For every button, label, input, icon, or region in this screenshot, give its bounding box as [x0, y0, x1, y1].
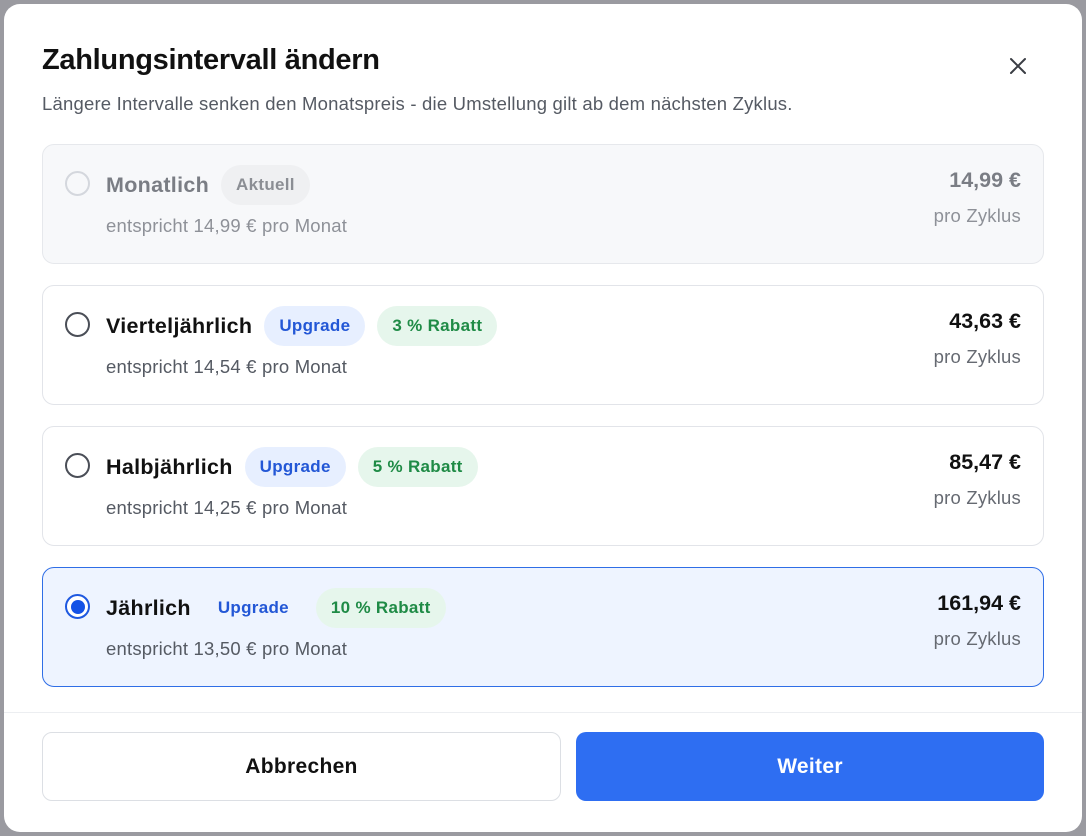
upgrade-badge: Upgrade	[264, 306, 366, 346]
cycle-price: 161,94 €	[937, 591, 1021, 615]
option-name: Jährlich	[106, 595, 191, 620]
radio-yearly[interactable]	[65, 594, 90, 619]
option-semiannual[interactable]: Halbjährlich Upgrade 5 % Rabatt entspric…	[42, 426, 1044, 546]
option-quarterly[interactable]: Vierteljährlich Upgrade 3 % Rabatt entsp…	[42, 285, 1044, 405]
radio-selected-dot	[70, 599, 85, 614]
cycle-price: 43,63 €	[949, 309, 1021, 333]
close-button[interactable]	[1002, 50, 1034, 82]
continue-button[interactable]: Weiter	[576, 732, 1044, 801]
dialog-subtitle: Längere Intervalle senken den Monatsprei…	[42, 93, 793, 114]
discount-badge: 5 % Rabatt	[357, 447, 478, 487]
discount-badge: 10 % Rabatt	[315, 588, 446, 628]
monthly-equivalent: entspricht 14,54 € pro Monat	[106, 356, 348, 377]
upgrade-badge: Upgrade	[217, 598, 289, 617]
per-cycle-label: pro Zyklus	[933, 205, 1021, 226]
radio-monthly[interactable]	[65, 171, 90, 196]
per-cycle-label: pro Zyklus	[933, 628, 1021, 649]
option-name: Monatlich	[106, 172, 210, 197]
change-billing-interval-dialog: Zahlungsintervall ändern Längere Interva…	[4, 4, 1082, 832]
current-badge: Aktuell	[221, 165, 310, 205]
per-cycle-label: pro Zyklus	[933, 487, 1021, 508]
radio-semiannual[interactable]	[65, 453, 90, 478]
monthly-equivalent: entspricht 14,99 € pro Monat	[106, 215, 348, 236]
discount-badge: 3 % Rabatt	[377, 306, 498, 346]
cycle-price: 14,99 €	[949, 168, 1021, 192]
radio-quarterly[interactable]	[65, 312, 90, 337]
option-name: Halbjährlich	[106, 454, 233, 479]
per-cycle-label: pro Zyklus	[933, 346, 1021, 367]
monthly-equivalent: entspricht 13,50 € pro Monat	[106, 638, 348, 659]
footer-divider	[4, 712, 1082, 713]
upgrade-badge: Upgrade	[244, 447, 346, 487]
option-yearly[interactable]: Jährlich Upgrade 10 % Rabatt entspricht …	[42, 567, 1044, 687]
cancel-button[interactable]: Abbrechen	[42, 732, 561, 801]
cycle-price: 85,47 €	[949, 450, 1021, 474]
close-icon	[1010, 58, 1026, 74]
option-name: Vierteljährlich	[106, 313, 253, 338]
monthly-equivalent: entspricht 14,25 € pro Monat	[106, 497, 348, 518]
dialog-title: Zahlungsintervall ändern	[42, 44, 380, 76]
option-monthly[interactable]: Monatlich Aktuell entspricht 14,99 € pro…	[42, 144, 1044, 264]
